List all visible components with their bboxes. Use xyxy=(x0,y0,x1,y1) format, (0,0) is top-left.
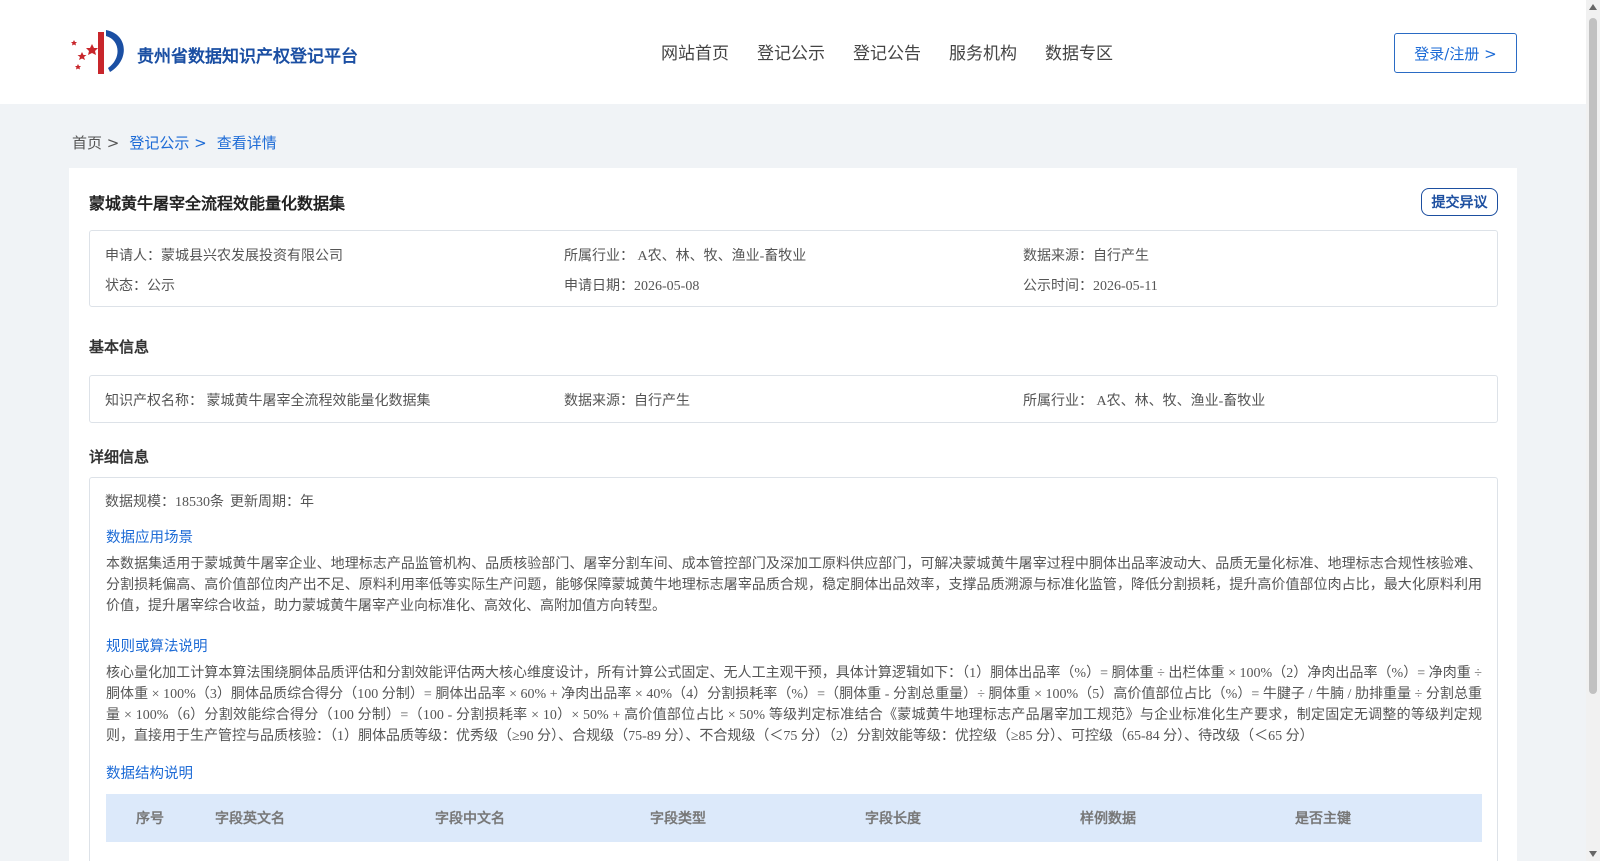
breadcrumb-registration-publicity[interactable]: 登记公示 > xyxy=(129,132,206,153)
nav-service-agencies[interactable]: 服务机构 xyxy=(949,39,1017,64)
breadcrumb-home[interactable]: 首页 > xyxy=(72,132,119,153)
site-title[interactable]: 贵州省数据知识产权登记平台 xyxy=(137,42,358,67)
industry: 所属行业： A农、林、牧、渔业-畜牧业 xyxy=(564,249,807,264)
data-source: 数据来源：自行产生 xyxy=(1023,249,1149,264)
col-sample-data: 样例数据 xyxy=(1080,811,1136,827)
nav-home[interactable]: 网站首页 xyxy=(661,39,729,64)
update-cycle: 更新周期：年 xyxy=(230,495,314,510)
nav-registration-publicity[interactable]: 登记公示 xyxy=(757,39,825,64)
basic-info-box: 知识产权名称： 蒙城黄牛屠宰全流程效能量化数据集 数据来源：自行产生 所属行业：… xyxy=(89,375,1498,423)
submit-objection-button[interactable]: 提交异议 xyxy=(1421,188,1498,216)
breadcrumb-view-details[interactable]: 查看详情 xyxy=(217,132,277,153)
scroll-thumb[interactable] xyxy=(1589,18,1597,694)
page-title: 蒙城黄牛屠宰全流程效能量化数据集 xyxy=(89,194,346,213)
col-field-length: 字段长度 xyxy=(865,811,921,827)
nav-data-zone[interactable]: 数据专区 xyxy=(1045,39,1113,64)
rules-text: 核心量化加工计算本算法围绕胴体品质评估和分割效能评估两大核心维度设计，所有计算公… xyxy=(106,666,1482,744)
structure-table-header: 序号 字段英文名 字段中文名 字段类型 字段长度 样例数据 是否主键 xyxy=(106,794,1482,842)
main-nav: 网站首页 登记公示 登记公告 服务机构 数据专区 xyxy=(661,39,1113,64)
col-field-type: 字段类型 xyxy=(650,811,706,827)
structure-heading: 数据结构说明 xyxy=(106,766,193,782)
breadcrumb: 首页 > 登记公示 > 查看详情 xyxy=(72,132,277,153)
basic-industry: 所属行业： A农、林、牧、渔业-畜牧业 xyxy=(1023,394,1266,409)
scenario-heading: 数据应用场景 xyxy=(106,530,193,546)
basic-data-source: 数据来源：自行产生 xyxy=(564,394,690,409)
detail-card: 蒙城黄牛屠宰全流程效能量化数据集 提交异议 申请人：蒙城县兴农发展投资有限公司 … xyxy=(69,168,1517,861)
login-register-button[interactable]: 登录/注册 > xyxy=(1394,33,1517,73)
nav-registration-notice[interactable]: 登记公告 xyxy=(853,39,921,64)
applicant: 申请人：蒙城县兴农发展投资有限公司 xyxy=(105,249,343,264)
site-header: 贵州省数据知识产权登记平台 网站首页 登记公示 登记公告 服务机构 数据专区 登… xyxy=(0,0,1586,104)
col-index: 序号 xyxy=(136,811,164,827)
col-field-en: 字段英文名 xyxy=(215,811,285,827)
summary-box: 申请人：蒙城县兴农发展投资有限公司 所属行业： A农、林、牧、渔业-畜牧业 数据… xyxy=(89,230,1498,307)
scroll-down-icon[interactable] xyxy=(1589,851,1597,857)
platform-logo-icon[interactable] xyxy=(70,26,130,78)
detail-info-box: 数据规模：18530条 更新周期：年 数据应用场景 本数据集适用于蒙城黄牛屠宰企… xyxy=(89,477,1498,861)
basic-info-heading: 基本信息 xyxy=(89,338,150,356)
page-scrollbar[interactable] xyxy=(1586,0,1600,861)
scroll-up-icon[interactable] xyxy=(1589,4,1597,10)
col-primary-key: 是否主键 xyxy=(1295,811,1351,827)
data-scale: 数据规模：18530条 xyxy=(105,495,224,510)
status: 状态：公示 xyxy=(105,279,175,294)
col-field-cn: 字段中文名 xyxy=(435,811,505,827)
detail-info-heading: 详细信息 xyxy=(89,448,150,466)
ip-name: 知识产权名称： 蒙城黄牛屠宰全流程效能量化数据集 xyxy=(105,394,431,409)
scenario-text: 本数据集适用于蒙城黄牛屠宰企业、地理标志产品监管机构、品质核验部门、屠宰分割车间… xyxy=(106,557,1482,614)
rules-heading: 规则或算法说明 xyxy=(106,639,208,655)
apply-date: 申请日期：2026-05-08 xyxy=(564,279,700,294)
publish-date: 公示时间：2026-05-11 xyxy=(1023,279,1158,294)
